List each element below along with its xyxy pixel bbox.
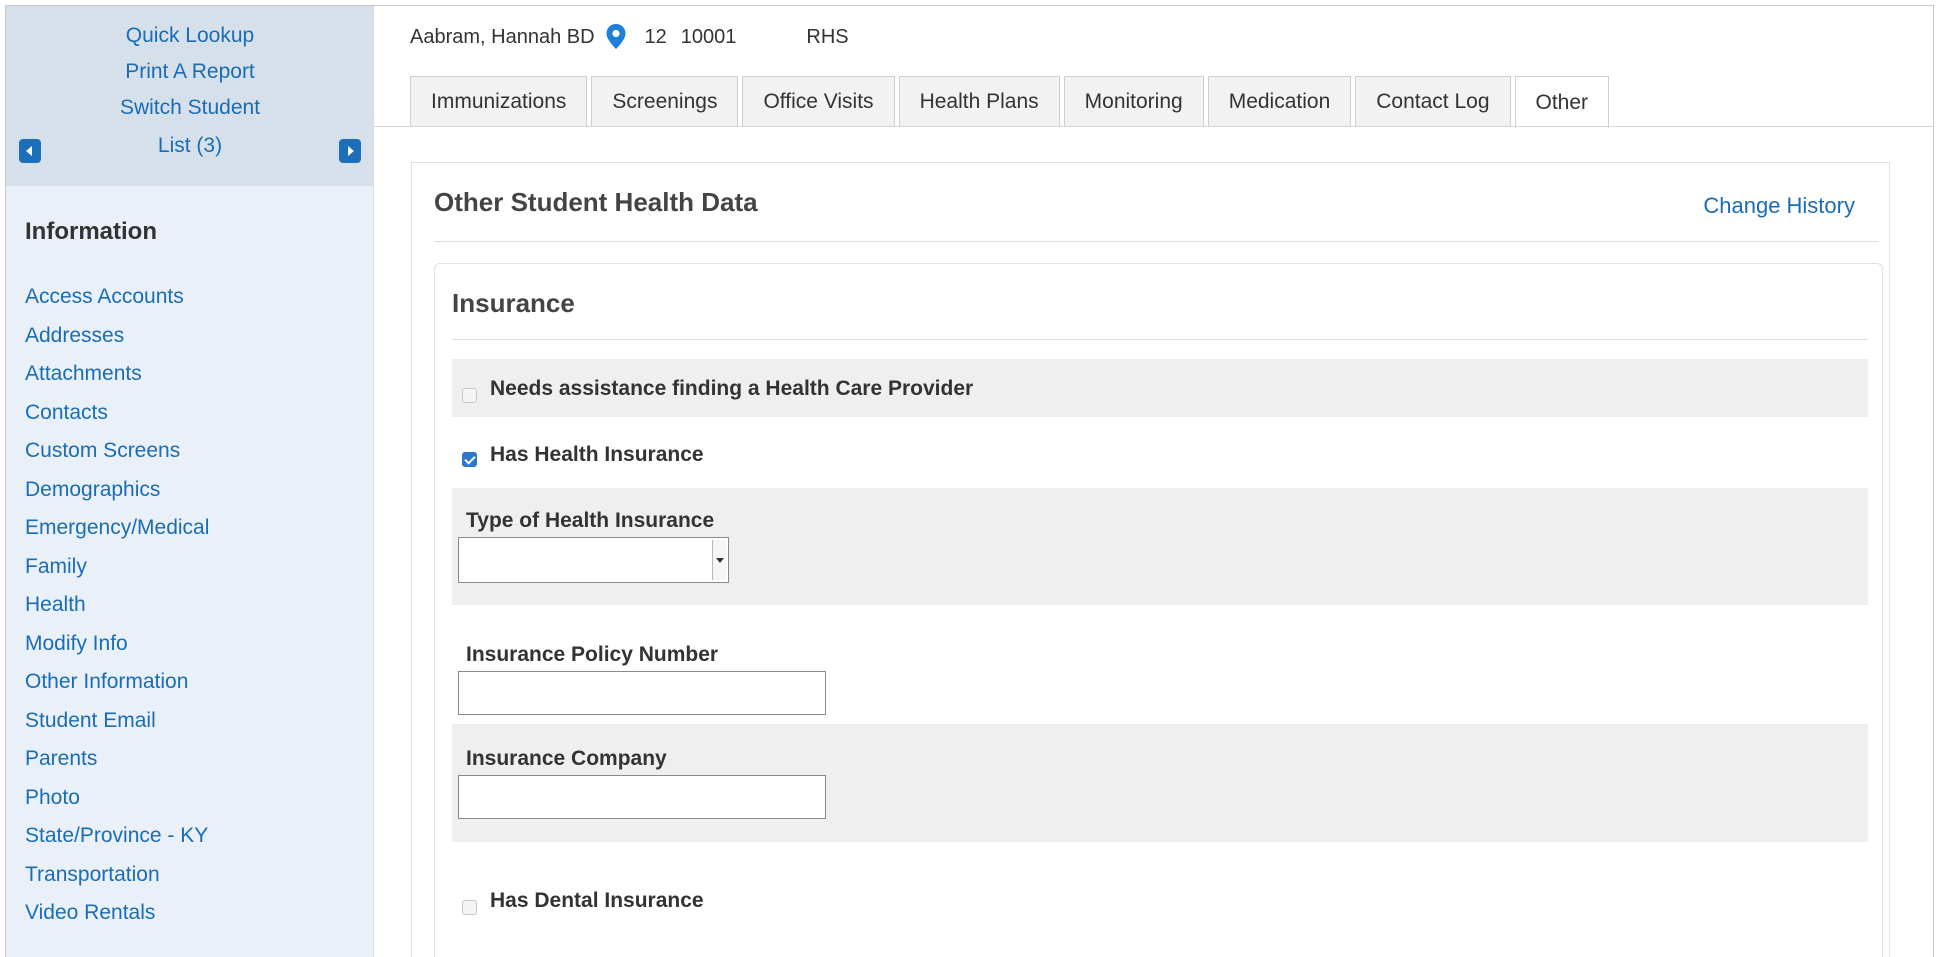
chevron-right-icon <box>348 146 354 156</box>
app-frame: Quick Lookup Print A Report Switch Stude… <box>5 5 1934 957</box>
sidebar-item-attachments[interactable]: Attachments <box>25 355 209 394</box>
tabs-divider <box>374 126 1933 127</box>
student-id: 10001 <box>680 25 737 48</box>
sidebar-menu: Access Accounts Addresses Attachments Co… <box>25 278 209 933</box>
print-report-link[interactable]: Print A Report <box>6 60 374 84</box>
sidebar-item-student-email[interactable]: Student Email <box>25 702 209 741</box>
insurance-company-input[interactable] <box>458 775 826 819</box>
sidebar-item-modify-info[interactable]: Modify Info <box>25 625 209 664</box>
student-school: RHS <box>806 25 849 48</box>
has-dental-insurance-checkbox[interactable] <box>462 900 477 915</box>
has-health-insurance-checkbox[interactable] <box>462 452 477 467</box>
sidebar-item-health[interactable]: Health <box>25 586 209 625</box>
tab-monitoring[interactable]: Monitoring <box>1063 76 1204 126</box>
needs-assistance-checkbox[interactable] <box>462 388 477 403</box>
chevron-left-icon <box>26 146 32 156</box>
next-student-button[interactable] <box>339 139 361 163</box>
student-list-link[interactable]: List (3) <box>6 134 374 158</box>
sidebar: Quick Lookup Print A Report Switch Stude… <box>6 6 374 957</box>
tab-health-plans[interactable]: Health Plans <box>898 76 1060 126</box>
student-navigation: Quick Lookup Print A Report Switch Stude… <box>6 6 374 186</box>
sidebar-item-custom-screens[interactable]: Custom Screens <box>25 432 209 471</box>
insurance-type-label: Type of Health Insurance <box>466 509 715 532</box>
health-data-panel: Other Student Health Data Change History… <box>411 162 1890 957</box>
sidebar-item-state-province[interactable]: State/Province - KY <box>25 817 209 856</box>
sidebar-item-transportation[interactable]: Transportation <box>25 856 209 895</box>
health-tabs: Immunizations Screenings Office Visits H… <box>410 76 1613 128</box>
sidebar-item-parents[interactable]: Parents <box>25 740 209 779</box>
sidebar-item-addresses[interactable]: Addresses <box>25 317 209 356</box>
page-title: Other Student Health Data <box>434 187 758 217</box>
sidebar-item-access-accounts[interactable]: Access Accounts <box>25 278 209 317</box>
tab-contact-log[interactable]: Contact Log <box>1355 76 1511 126</box>
tab-medication[interactable]: Medication <box>1207 76 1352 126</box>
has-health-insurance-label: Has Health Insurance <box>490 443 704 466</box>
insurance-company-label: Insurance Company <box>466 747 667 770</box>
panel-divider <box>434 241 1879 242</box>
change-history-link[interactable]: Change History <box>1703 193 1855 219</box>
tab-office-visits[interactable]: Office Visits <box>742 76 895 126</box>
sidebar-item-other-information[interactable]: Other Information <box>25 663 209 702</box>
needs-assistance-label: Needs assistance finding a Health Care P… <box>490 377 974 400</box>
student-header: Aabram, Hannah BD 12 10001 RHS <box>410 22 849 52</box>
sidebar-item-video-rentals[interactable]: Video Rentals <box>25 894 209 933</box>
tab-immunizations[interactable]: Immunizations <box>410 76 588 126</box>
sidebar-item-emergency-medical[interactable]: Emergency/Medical <box>25 509 209 548</box>
student-grade: 12 <box>644 25 667 48</box>
chevron-down-icon <box>712 540 726 580</box>
insurance-section: Insurance Needs assistance finding a Hea… <box>434 263 1883 957</box>
policy-number-label: Insurance Policy Number <box>466 643 719 666</box>
insurance-heading: Insurance <box>452 288 575 318</box>
sidebar-item-demographics[interactable]: Demographics <box>25 471 209 510</box>
sidebar-item-contacts[interactable]: Contacts <box>25 394 209 433</box>
tab-screenings[interactable]: Screenings <box>591 76 739 126</box>
tab-other[interactable]: Other <box>1514 76 1610 128</box>
student-name: Aabram, Hannah BD <box>410 25 595 48</box>
insurance-type-select[interactable] <box>458 537 729 583</box>
has-dental-insurance-label: Has Dental Insurance <box>490 889 704 912</box>
policy-number-input[interactable] <box>458 671 826 715</box>
sidebar-item-photo[interactable]: Photo <box>25 779 209 818</box>
section-divider <box>452 339 1868 340</box>
switch-student-link[interactable]: Switch Student <box>6 96 374 120</box>
sidebar-item-family[interactable]: Family <box>25 548 209 587</box>
quick-lookup-link[interactable]: Quick Lookup <box>6 24 374 48</box>
previous-student-button[interactable] <box>19 139 41 163</box>
sidebar-heading: Information <box>25 218 157 245</box>
map-pin-icon[interactable] <box>605 23 627 51</box>
